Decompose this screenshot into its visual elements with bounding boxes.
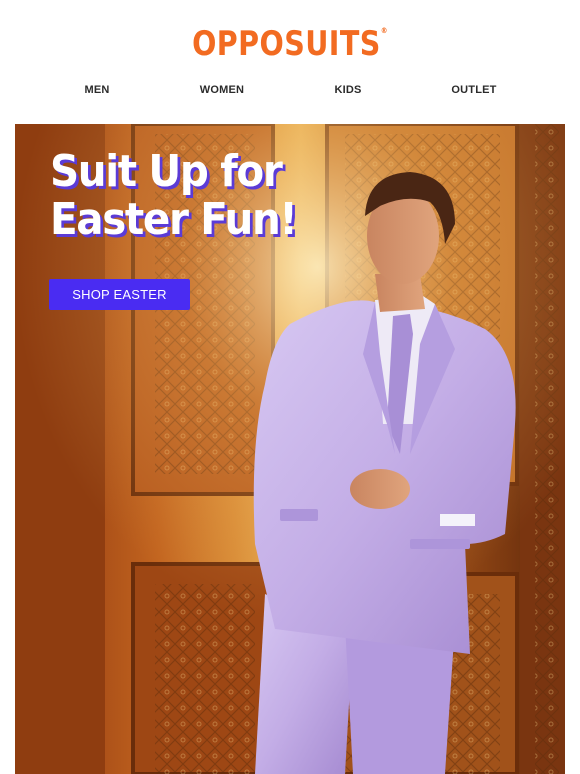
opposuits-logo[interactable]: OPPOSUITS®	[46, 24, 533, 64]
headline-line-2: Easter Fun!	[50, 194, 298, 245]
hero-headline: Suit Up for Easter Fun!	[50, 146, 298, 245]
main-nav: MEN WOMEN KIDS OUTLET	[0, 84, 580, 100]
nav-item-outlet[interactable]: OUTLET	[451, 84, 496, 96]
shop-easter-button[interactable]: SHOP EASTER	[49, 279, 190, 310]
logo-text: OPPOSUITS	[192, 24, 381, 64]
nav-item-kids[interactable]: KIDS	[334, 84, 361, 96]
nav-item-women[interactable]: WOMEN	[200, 84, 244, 96]
nav-item-men[interactable]: MEN	[84, 84, 109, 96]
headline-line-1: Suit Up for	[50, 146, 283, 197]
registered-mark: ®	[380, 25, 388, 35]
email-page: OPPOSUITS® MEN WOMEN KIDS OUTLET Suit Up…	[0, 0, 580, 774]
